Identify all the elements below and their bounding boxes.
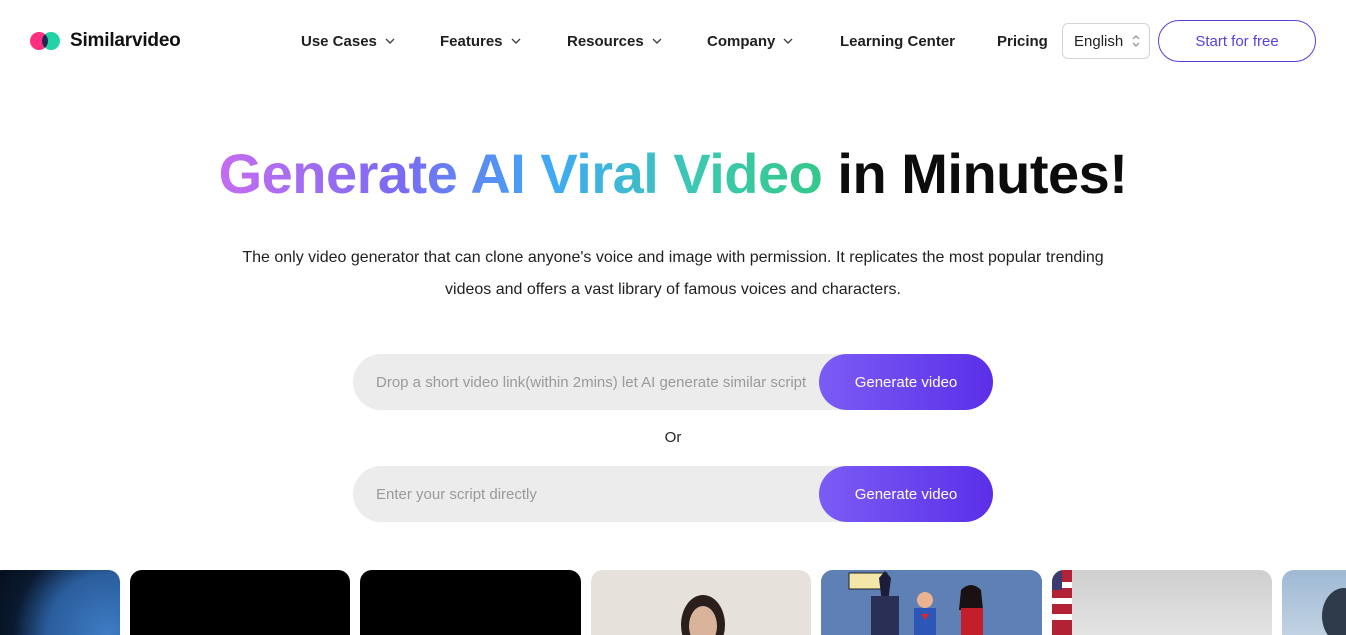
- nav-features-label: Features: [440, 32, 503, 50]
- chevron-down-icon: [384, 35, 396, 47]
- video-thumbnail[interactable]: [1052, 570, 1272, 635]
- video-thumbnail[interactable]: [591, 570, 811, 635]
- brand-logo[interactable]: Similarvideo: [30, 29, 181, 53]
- video-thumbnail[interactable]: [130, 570, 350, 635]
- start-for-free-button[interactable]: Start for free: [1158, 20, 1316, 62]
- nav-company[interactable]: Company: [707, 31, 794, 51]
- or-divider: Or: [664, 429, 682, 446]
- language-select[interactable]: English: [1062, 23, 1150, 59]
- video-thumbnail[interactable]: [1282, 570, 1346, 635]
- nav-pricing[interactable]: Pricing: [997, 31, 1048, 51]
- chevron-down-icon: [651, 35, 663, 47]
- superhero-comic-art: [821, 570, 1042, 635]
- generate-video-from-script-button[interactable]: Generate video: [819, 466, 993, 522]
- hero-title-word-viral: Viral: [540, 142, 659, 205]
- language-value: English: [1074, 32, 1124, 50]
- nav-learning-center-label: Learning Center: [840, 32, 956, 50]
- nav-learning-center[interactable]: Learning Center: [840, 31, 955, 51]
- nav-features[interactable]: Features: [440, 31, 522, 51]
- person-silhouette-art: [1322, 588, 1346, 635]
- flag-thumbnail-art: [1052, 570, 1072, 635]
- hero-title-word-generate: Generate: [218, 142, 458, 205]
- hero-title-word-video: Video: [673, 142, 823, 205]
- nav-company-label: Company: [707, 32, 776, 50]
- logo-icon: [30, 29, 60, 53]
- video-link-input[interactable]: [353, 354, 823, 410]
- script-input[interactable]: [353, 466, 823, 522]
- top-navigation: Similarvideo Use Cases Features Resource…: [0, 0, 1346, 82]
- hero-subtitle-line-2: videos and offers a vast library of famo…: [445, 281, 901, 298]
- brand-name: Similarvideo: [70, 30, 181, 51]
- chevron-down-icon: [510, 35, 522, 47]
- hero-title: Generate AI Viral Video in Minutes!: [0, 140, 1346, 208]
- video-thumbnail[interactable]: [360, 570, 581, 635]
- hero-title-gradient: Generate AI Viral Video: [219, 142, 823, 205]
- chevron-down-icon: [782, 35, 794, 47]
- person-thumbnail-art: [681, 595, 725, 635]
- nav-resources-label: Resources: [567, 32, 644, 50]
- hero-subtitle: The only video generator that can clone …: [190, 242, 1156, 306]
- video-thumbnail[interactable]: [0, 570, 120, 635]
- nav-use-cases-label: Use Cases: [301, 32, 377, 50]
- hero-subtitle-line-1: The only video generator that can clone …: [242, 249, 1104, 266]
- video-thumbnail[interactable]: [821, 570, 1042, 635]
- video-link-form: Generate video: [353, 354, 993, 410]
- generate-video-from-link-button[interactable]: Generate video: [819, 354, 993, 410]
- nav-pricing-label: Pricing: [997, 32, 1048, 50]
- select-arrows-icon: [1131, 34, 1141, 52]
- hero-title-word-ai: AI: [470, 142, 526, 205]
- nav-use-cases[interactable]: Use Cases: [301, 31, 396, 51]
- script-form: Generate video: [353, 466, 993, 522]
- hero-title-suffix: in Minutes!: [837, 142, 1128, 205]
- nav-resources[interactable]: Resources: [567, 31, 663, 51]
